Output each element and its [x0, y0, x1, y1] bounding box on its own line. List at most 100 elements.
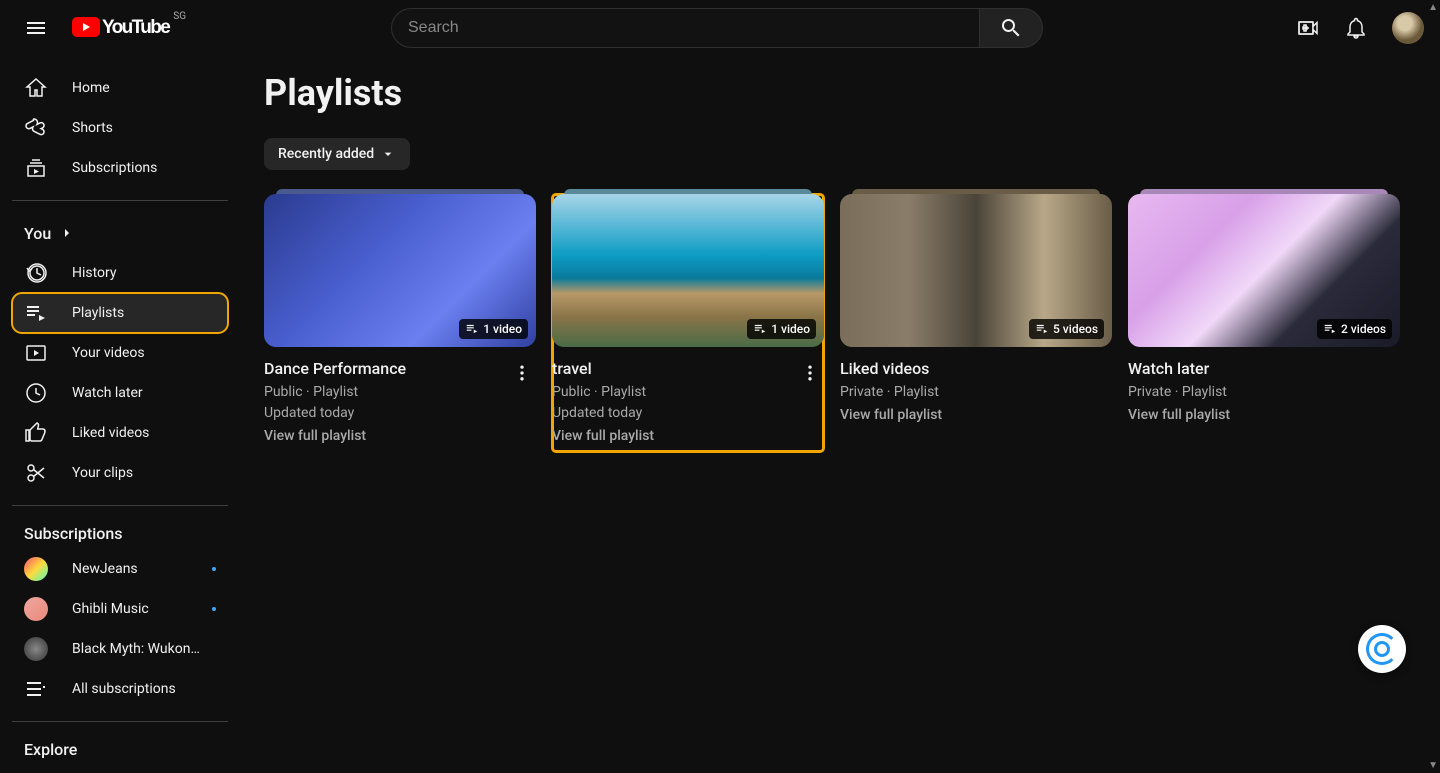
playlist-card-3: 2 videos Watch later Private · Playlist … [1128, 194, 1400, 452]
shorts-icon [24, 116, 48, 140]
you-header[interactable]: You [12, 213, 228, 253]
playlist-updated: Updated today [264, 403, 536, 424]
sidebar-item-home[interactable]: Home [12, 68, 228, 108]
topbar: YouTube SG [0, 0, 1440, 56]
channel-avatar [24, 597, 48, 621]
sidebar-item-label: Subscriptions [72, 160, 157, 176]
chevron-right-icon [59, 225, 75, 241]
subscription-item-2[interactable]: Black Myth: Wukon… [12, 629, 228, 669]
channel-name: Ghibli Music [72, 601, 149, 617]
search-input[interactable] [391, 8, 979, 48]
channel-name: Black Myth: Wukon… [72, 641, 200, 657]
sidebar-item-watch-later[interactable]: Watch later [12, 373, 228, 413]
sidebar-item-subscriptions[interactable]: Subscriptions [12, 148, 228, 188]
user-avatar[interactable] [1392, 12, 1424, 44]
hamburger-menu-button[interactable] [16, 8, 56, 48]
playlist-thumbnail[interactable]: 5 videos [840, 194, 1112, 347]
video-count-badge: 2 videos [1317, 319, 1392, 339]
play-icon [72, 17, 100, 37]
playlist-meta: Public · Playlist [552, 382, 824, 403]
channel-avatar [24, 637, 48, 661]
youtube-logo[interactable]: YouTube SG [72, 17, 186, 39]
sidebar-item-liked[interactable]: Liked videos [12, 413, 228, 453]
new-content-dot [212, 567, 216, 571]
playlist-title[interactable]: travel [552, 359, 824, 378]
search-icon [999, 16, 1023, 40]
sidebar-item-label: History [72, 265, 117, 281]
logo-text: YouTube [102, 17, 169, 39]
view-full-playlist-link[interactable]: View full playlist [1128, 407, 1400, 423]
explore-header: Explore [12, 734, 228, 765]
playlist-title[interactable]: Watch later [1128, 359, 1400, 378]
divider [12, 721, 228, 722]
more-vert-icon [800, 363, 820, 383]
subscriptions-header: Subscriptions [12, 518, 228, 549]
view-full-playlist-link[interactable]: View full playlist [840, 407, 1112, 423]
topbar-right [1288, 8, 1424, 48]
subscription-item-0[interactable]: NewJeans [12, 549, 228, 589]
sidebar-item-label: Home [72, 80, 110, 96]
playlist-title[interactable]: Liked videos [840, 359, 1112, 378]
playlist-thumbnail[interactable]: 1 video [552, 194, 824, 347]
card-body: Dance Performance Public · Playlist Upda… [264, 347, 536, 444]
clips-icon [24, 461, 48, 485]
divider [12, 505, 228, 506]
chip-label: Recently added [278, 146, 374, 162]
create-button[interactable] [1288, 8, 1328, 48]
list-icon [24, 677, 48, 701]
playlist-card-1: 1 video travel Public · Playlist Updated… [552, 194, 824, 452]
sidebar-item-playlists[interactable]: Playlists [12, 293, 228, 333]
playlist-meta: Private · Playlist [840, 382, 1112, 403]
all-subscriptions[interactable]: All subscriptions [12, 669, 228, 709]
playlists-icon [24, 301, 48, 325]
sidebar-item-label: Watch later [72, 385, 143, 401]
sidebar[interactable]: Home Shorts Subscriptions You History Playlis… [0, 56, 240, 773]
liked-icon [24, 421, 48, 445]
video-count-badge: 1 video [747, 319, 816, 339]
playlist-icon [1035, 322, 1049, 336]
playlist-card-2: 5 videos Liked videos Private · Playlist… [840, 194, 1112, 452]
notifications-button[interactable] [1336, 8, 1376, 48]
video-count-badge: 1 video [459, 319, 528, 339]
topbar-left: YouTube SG [16, 8, 186, 48]
subscription-item-1[interactable]: Ghibli Music [12, 589, 228, 629]
view-full-playlist-link[interactable]: View full playlist [264, 428, 536, 444]
scroll-up-icon: ▲ [1428, 2, 1438, 13]
playlist-icon [753, 322, 767, 336]
playlist-title[interactable]: Dance Performance [264, 359, 536, 378]
search-container [391, 8, 1043, 48]
search-button[interactable] [979, 8, 1043, 48]
playlist-menu-button[interactable] [792, 355, 828, 391]
sidebar-item-label: Liked videos [72, 425, 149, 441]
playlist-thumbnail[interactable]: 1 video [264, 194, 536, 347]
sidebar-item-label: All subscriptions [72, 681, 176, 697]
playlist-thumbnail[interactable]: 2 videos [1128, 194, 1400, 347]
channel-avatar [24, 557, 48, 581]
history-icon [24, 261, 48, 285]
home-icon [24, 76, 48, 100]
your-videos-icon [24, 341, 48, 365]
helper-fab[interactable] [1358, 625, 1406, 673]
sort-chip[interactable]: Recently added [264, 138, 410, 170]
new-content-dot [212, 607, 216, 611]
channel-name: NewJeans [72, 561, 138, 577]
divider [12, 200, 228, 201]
video-count-badge: 5 videos [1029, 319, 1104, 339]
subscriptions-icon [24, 156, 48, 180]
sidebar-item-history[interactable]: History [12, 253, 228, 293]
playlist-menu-button[interactable] [504, 355, 540, 391]
sidebar-item-label: Playlists [72, 305, 124, 321]
playlist-icon [1323, 322, 1337, 336]
playlist-icon [465, 322, 479, 336]
scroll-down-icon: ▼ [1428, 760, 1438, 771]
sidebar-item-shorts[interactable]: Shorts [12, 108, 228, 148]
country-code: SG [173, 11, 186, 22]
view-full-playlist-link[interactable]: View full playlist [552, 428, 824, 444]
playlists-grid: 1 video Dance Performance Public · Playl… [264, 194, 1416, 452]
playlist-meta: Public · Playlist [264, 382, 536, 403]
playlist-meta: Private · Playlist [1128, 382, 1400, 403]
sidebar-item-label: Shorts [72, 120, 113, 136]
watch-later-icon [24, 381, 48, 405]
sidebar-item-clips[interactable]: Your clips [12, 453, 228, 493]
sidebar-item-your-videos[interactable]: Your videos [12, 333, 228, 373]
